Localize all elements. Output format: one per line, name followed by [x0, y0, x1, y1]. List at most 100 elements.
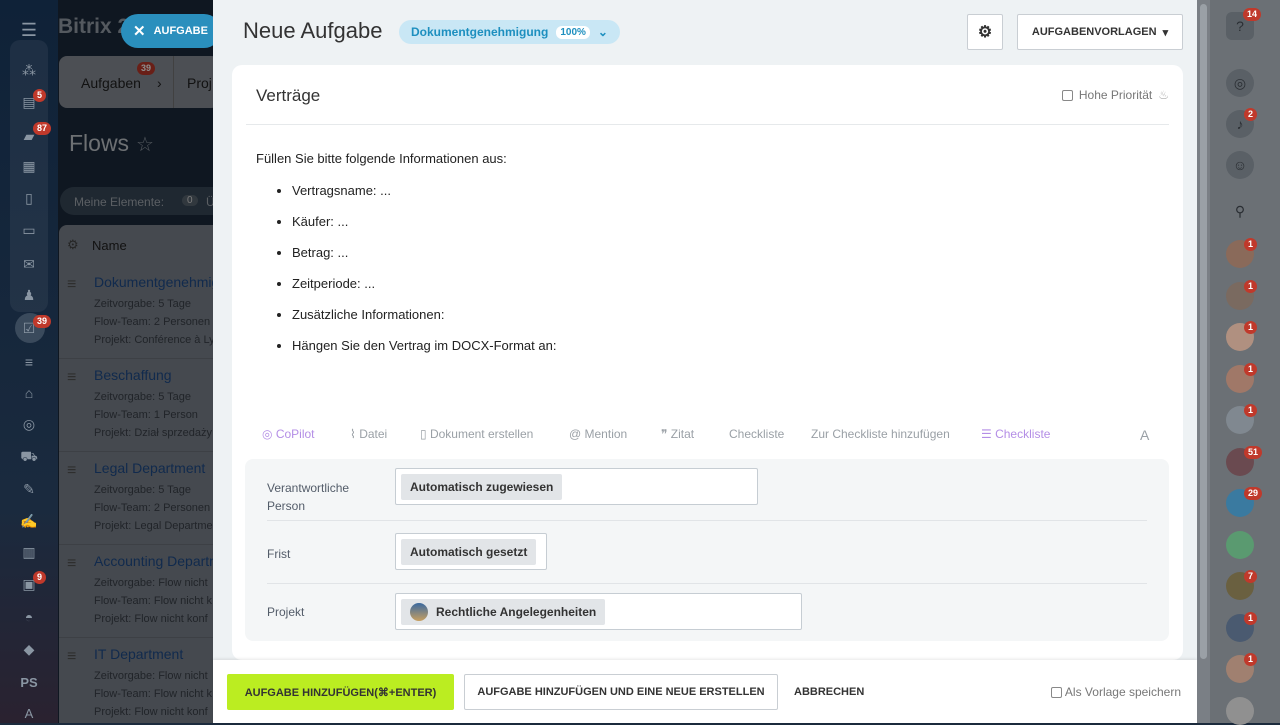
task-description[interactable]: Füllen Sie bitte folgende Informationen … [256, 151, 556, 369]
font-format-button[interactable]: A [1140, 427, 1149, 443]
contact-avatar[interactable] [1226, 696, 1254, 725]
column-name: Name [92, 238, 127, 253]
left-sidebar: ☰ ⁂ ▤ 5 ▰ 87 ▦ ▯ ▭ ✉ ♟ ☑ 39 ≡ ⌂ ◎ ⛟ ✎ ✍ … [0, 0, 58, 723]
chat-search-icon[interactable]: ☺ [1226, 151, 1254, 179]
avatar-badge: 1 [1244, 611, 1258, 625]
priority-toggle[interactable]: Hohe Priorität ♨ [1061, 88, 1169, 102]
templates-button[interactable]: AUFGABENVORLAGEN ▾ [1017, 14, 1183, 50]
star-icon[interactable]: ☆ [136, 132, 154, 157]
flow-row[interactable]: ≡ IT Department Zeitvorgabe: Flow nicht Flo… [59, 638, 218, 723]
task-fields: Verantwortliche Person Automatisch zugew… [245, 459, 1169, 641]
contact-avatar[interactable] [1226, 530, 1254, 559]
document-icon[interactable]: ▯ [19, 190, 39, 206]
mention-button[interactable]: @ Mention [569, 427, 627, 441]
new-task-modal: Neue Aufgabe Dokumentgenehmigung 100% ⌄ … [213, 0, 1197, 723]
avatar-badge: 29 [1244, 487, 1263, 500]
file-button[interactable]: ⌇ Datei [350, 427, 387, 441]
flow-tag[interactable]: Dokumentgenehmigung 100% ⌄ [399, 20, 620, 44]
project-label: Projekt [267, 605, 305, 619]
project-avatar [410, 603, 428, 621]
menu-icon[interactable]: ☰ [19, 20, 39, 40]
avatar-badge: 1 [1244, 321, 1258, 334]
a-item[interactable]: A [19, 706, 39, 722]
page-title: Flows [69, 130, 130, 156]
sitemap-icon[interactable]: ⁂ [19, 62, 39, 78]
analytics-icon[interactable]: ▥ [19, 544, 39, 560]
drag-handle-icon[interactable]: ≡ [67, 462, 76, 480]
drag-handle-icon[interactable]: ≡ [67, 648, 76, 666]
edit-icon[interactable]: ✎ [19, 481, 39, 497]
description-item: Betrag: ... [292, 245, 556, 260]
settings-icon[interactable]: ⚙ [67, 237, 79, 253]
add-to-checklist-button[interactable]: Zur Checkliste hinzufügen [811, 427, 950, 441]
flow-percent: 100% [556, 25, 590, 39]
filter-count: 0 [182, 195, 198, 206]
cart-icon[interactable]: ⛟ [19, 448, 39, 464]
ps-item[interactable]: PS [19, 675, 39, 691]
avatar-badge: 1 [1244, 653, 1258, 666]
quote-button[interactable]: ❞ Zitat [661, 427, 694, 441]
description-item: Vertragsname: ... [292, 183, 556, 198]
chat-badge: 87 [33, 122, 52, 135]
task-title-input[interactable]: Verträge [256, 86, 320, 106]
drive-icon[interactable]: ▭ [19, 222, 39, 238]
avatar-badge: 1 [1244, 404, 1258, 417]
description-item: Zeitperiode: ... [292, 276, 556, 291]
avatar-badge: 1 [1244, 279, 1258, 293]
create-document-button[interactable]: ▯ Dokument erstellen [420, 427, 533, 441]
tasks-badge: 39 [33, 315, 52, 328]
description-item: Käufer: ... [292, 214, 556, 229]
contacts-badge: 9 [33, 571, 47, 584]
filter-label: Meine Elemente: [74, 195, 165, 209]
project-field[interactable]: Rechtliche Angelegenheiten [395, 593, 802, 630]
flow-row[interactable]: ≡ Beschaffung Zeitvorgabe: 5 Tage Flow-Team… [59, 359, 218, 452]
background-page: Bitrix 2 Aufgaben 39 › Proj Flows ☆ Mein… [58, 0, 218, 723]
nav-tasks-badge: 39 [137, 62, 156, 75]
robot-icon[interactable]: ◓ [19, 609, 39, 625]
drag-handle-icon[interactable]: ≡ [67, 555, 76, 573]
notif-badge: 2 [1244, 108, 1258, 121]
avatar-badge: 51 [1244, 445, 1263, 459]
description-item: Zusätzliche Informationen: [292, 307, 556, 322]
close-task-tab[interactable]: ✕ AUFGABE [121, 14, 221, 48]
fire-icon: ♨ [1158, 88, 1169, 102]
calendar-icon[interactable]: ▦ [19, 158, 39, 174]
drag-handle-icon[interactable]: ≡ [67, 369, 76, 387]
box-icon[interactable]: ◆ [19, 641, 39, 657]
avatar-badge: 1 [1244, 238, 1258, 251]
close-icon: ✕ [133, 23, 146, 40]
target-icon[interactable]: ◎ [19, 416, 39, 432]
modal-footer: AUFGABE HINZUFÜGEN(⌘+ENTER) AUFGABE HINZ… [213, 660, 1197, 723]
filter-icon[interactable]: ≡ [19, 354, 39, 370]
flow-row[interactable]: ≡ Accounting Departm Zeitvorgabe: Flow nic… [59, 545, 218, 638]
flow-row[interactable]: ≡ Dokumentgenehmig Zeitvorgabe: 5 Tage Flow… [59, 266, 218, 359]
avatar-badge: 7 [1244, 570, 1258, 583]
responsible-label: Verantwortliche Person [267, 481, 350, 513]
gear-icon[interactable]: ⚙ [967, 14, 1003, 50]
description-item: Hängen Sie den Vertrag im DOCX-Format an… [292, 338, 556, 353]
groups-icon[interactable]: ♟ [19, 287, 39, 303]
nav-tasks[interactable]: Aufgaben [81, 75, 141, 91]
mail-icon[interactable]: ✉ [19, 256, 39, 272]
scrollbar[interactable] [1197, 0, 1210, 723]
bank-icon[interactable]: ⌂ [19, 385, 39, 401]
signature-icon[interactable]: ✍ [19, 513, 39, 529]
help-badge: 14 [1243, 8, 1262, 21]
search-icon[interactable]: ⚲ [1226, 197, 1254, 225]
responsible-field[interactable]: Automatisch zugewiesen [395, 468, 758, 505]
checklist-add-button[interactable]: ☰ Checkliste [981, 427, 1050, 441]
deadline-label: Frist [267, 547, 291, 561]
nav-projects[interactable]: Proj [187, 75, 212, 91]
deadline-field[interactable]: Automatisch gesetzt [395, 533, 547, 570]
add-and-new-button[interactable]: AUFGABE HINZUFÜGEN UND EINE NEUE ERSTELL… [464, 674, 778, 710]
add-task-button[interactable]: AUFGABE HINZUFÜGEN(⌘+ENTER) [227, 674, 454, 710]
copilot-icon[interactable]: ◎ [1226, 69, 1254, 97]
checklist-button[interactable]: Checkliste [729, 427, 784, 441]
save-template-checkbox[interactable]: Als Vorlage speichern [1050, 685, 1181, 699]
task-editor: Verträge Hohe Priorität ♨ Füllen Sie bitt… [232, 65, 1183, 660]
copilot-button[interactable]: ◎ CoPilot [262, 427, 315, 441]
cancel-button[interactable]: ABBRECHEN [794, 686, 864, 698]
feed-badge: 5 [33, 89, 47, 102]
drag-handle-icon[interactable]: ≡ [67, 276, 76, 294]
flow-row[interactable]: ≡ Legal Department Zeitvorgabe: 5 Tage Flow… [59, 452, 218, 545]
